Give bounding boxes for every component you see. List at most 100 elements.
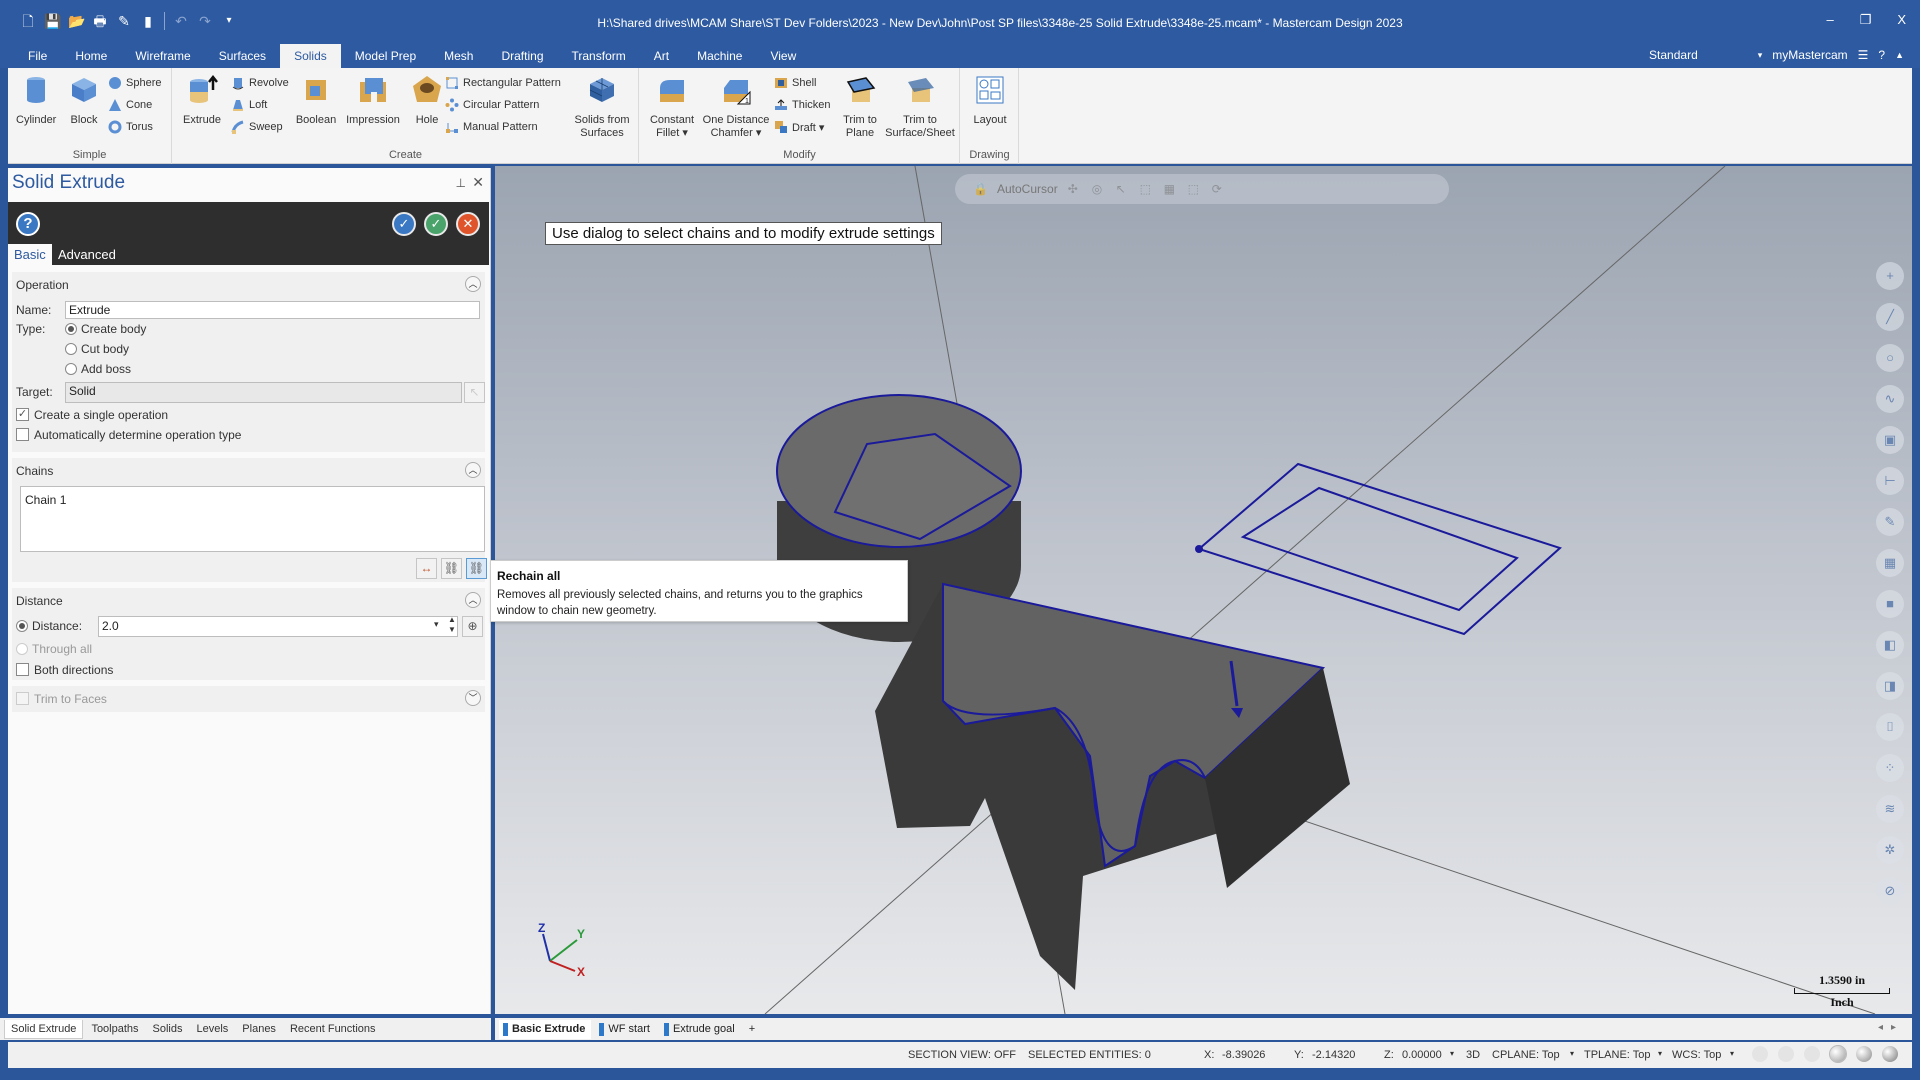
z-dropdown-icon[interactable]: ▾	[1450, 1049, 1454, 1058]
tab-mesh[interactable]: Mesh	[430, 44, 487, 68]
loft-button[interactable]: Loft	[231, 96, 267, 114]
cplane-selector[interactable]: CPLANE: Top	[1492, 1049, 1560, 1061]
z-depth-value[interactable]: 0.00000	[1402, 1049, 1442, 1061]
chamfer-button[interactable]: 1 One Distance Chamfer ▾	[700, 74, 772, 140]
single-operation-checkbox[interactable]: ✓	[16, 408, 29, 421]
layout-button[interactable]: Layout	[965, 74, 1015, 127]
point-snap-icon[interactable]: ◎	[1092, 182, 1106, 196]
constant-fillet-button[interactable]: Constant Fillet ▾	[646, 74, 698, 140]
mask-settings-icon[interactable]: ✲	[1876, 836, 1904, 864]
shaded-display-icon[interactable]	[1778, 1046, 1794, 1062]
tab-toolpaths[interactable]: Toolpaths	[85, 1020, 144, 1038]
tab-surfaces[interactable]: Surfaces	[205, 44, 280, 68]
mask-level-icon[interactable]: ◨	[1876, 672, 1904, 700]
minimize-button[interactable]: –	[1826, 12, 1833, 28]
add-viewsheet-button[interactable]: +	[745, 1020, 761, 1038]
expand-trim-to-faces-icon[interactable]: ﹀	[465, 690, 481, 706]
trim-to-plane-button[interactable]: Trim to Plane	[840, 74, 880, 140]
cone-button[interactable]: Cone	[108, 96, 152, 114]
restore-button[interactable]: ❐	[1860, 12, 1872, 28]
tab-home[interactable]: Home	[61, 44, 121, 68]
distance-spinner[interactable]: ▲ ▼	[448, 615, 456, 635]
boolean-button[interactable]: Boolean	[293, 74, 339, 127]
manual-pattern-button[interactable]: Manual Pattern	[445, 118, 538, 136]
add-chain-button[interactable]: ⛓	[441, 558, 462, 579]
tab-solid-extrude[interactable]: Solid Extrude	[4, 1019, 84, 1039]
mask-solid-icon[interactable]: ■	[1876, 590, 1904, 618]
viewsheet-wf-start[interactable]: WF start	[595, 1020, 656, 1039]
cplane-dropdown-icon[interactable]: ▾	[1570, 1049, 1574, 1058]
add-boss-radio[interactable]	[65, 363, 77, 375]
chains-list[interactable]: Chain 1	[20, 486, 485, 552]
distance-radio[interactable]	[16, 620, 28, 632]
sphere-button[interactable]: Sphere	[108, 74, 161, 92]
rectangular-pattern-button[interactable]: Rectangular Pattern	[445, 74, 561, 92]
shell-button[interactable]: Shell	[774, 74, 816, 92]
tab-planes[interactable]: Planes	[236, 1020, 282, 1038]
create-body-radio[interactable]	[65, 323, 77, 335]
close-panel-icon[interactable]: ✕	[472, 174, 484, 191]
auto-type-checkbox[interactable]	[16, 428, 29, 441]
tab-basic[interactable]: Basic	[8, 244, 52, 265]
feedback-icon[interactable]: ☰	[1858, 48, 1869, 62]
collapse-ribbon-icon[interactable]: ▲	[1895, 50, 1904, 60]
help-button[interactable]: ?	[16, 212, 40, 236]
mask-mesh-icon[interactable]: ▦	[1876, 549, 1904, 577]
workspace-selector[interactable]: Standard	[1649, 48, 1698, 62]
select-target-button[interactable]: ↖	[464, 382, 485, 403]
distance-dropdown-icon[interactable]: ▾	[434, 619, 439, 630]
torus-button[interactable]: Torus	[108, 118, 153, 136]
tab-model-prep[interactable]: Model Prep	[341, 44, 430, 68]
tab-art[interactable]: Art	[640, 44, 683, 68]
mask-color-icon[interactable]: ◧	[1876, 631, 1904, 659]
block-solid[interactable]	[875, 582, 1350, 990]
viewsheet-scroll-arrows[interactable]: ◂▸	[1878, 1022, 1904, 1033]
close-window-button[interactable]: X	[1897, 12, 1906, 28]
wcs-dropdown-icon[interactable]: ▾	[1730, 1049, 1734, 1058]
tab-transform[interactable]: Transform	[558, 44, 640, 68]
ok-button[interactable]: ✓	[424, 212, 448, 236]
mask-dimension-icon[interactable]: ⊢	[1876, 467, 1904, 495]
ok-and-create-new-button[interactable]: ✓	[392, 212, 416, 236]
tab-wireframe[interactable]: Wireframe	[121, 44, 204, 68]
mask-point-icon[interactable]: +	[1876, 262, 1904, 290]
cut-body-radio[interactable]	[65, 343, 77, 355]
solids-from-surfaces-button[interactable]: Solids from Surfaces	[569, 74, 635, 140]
trim-to-surface-button[interactable]: Trim to Surface/Sheet	[884, 74, 956, 140]
viewsheet-extrude-goal[interactable]: Extrude goal	[660, 1020, 741, 1039]
chain-outline[interactable]	[1195, 462, 1562, 636]
collapse-chains-icon[interactable]: ︿	[465, 462, 481, 478]
rechain-all-button[interactable]: ⛓	[466, 558, 487, 579]
tab-advanced[interactable]: Advanced	[52, 244, 122, 265]
mode-3d-toggle[interactable]: 3D	[1466, 1049, 1480, 1061]
shaded-edges-icon[interactable]	[1829, 1045, 1847, 1063]
tab-levels[interactable]: Levels	[191, 1020, 235, 1038]
distance-input[interactable]: 2.0	[98, 616, 458, 637]
xyz-point-icon[interactable]: ✣	[1068, 182, 1082, 196]
sweep-button[interactable]: Sweep	[231, 118, 283, 136]
both-directions-checkbox[interactable]	[16, 663, 29, 676]
collapse-operation-icon[interactable]: ︿	[465, 276, 481, 292]
shaded-solid-icon[interactable]	[1856, 1046, 1872, 1062]
mask-surface-icon[interactable]: ▣	[1876, 426, 1904, 454]
tab-view[interactable]: View	[756, 44, 810, 68]
autocursor-dropdown[interactable]: AutoCursor	[997, 182, 1058, 196]
viewsheet-basic-extrude[interactable]: Basic Extrude	[499, 1019, 592, 1039]
impression-button[interactable]: Impression	[343, 74, 403, 127]
tab-recent-functions[interactable]: Recent Functions	[284, 1020, 382, 1038]
circular-pattern-button[interactable]: Circular Pattern	[445, 96, 539, 114]
select-all-icon[interactable]: ⬚	[1188, 182, 1202, 196]
wcs-selector[interactable]: WCS: Top	[1672, 1049, 1721, 1061]
draft-button[interactable]: Draft ▾	[774, 118, 824, 136]
mask-results-icon[interactable]: ⁘	[1876, 754, 1904, 782]
select-cursor-icon[interactable]: ↖	[1116, 182, 1130, 196]
hole-button[interactable]: Hole	[409, 74, 445, 127]
dropdown-icon[interactable]: ▾	[1758, 50, 1763, 61]
cylinder-button[interactable]: Cylinder	[16, 74, 56, 127]
translucency-icon[interactable]	[1882, 1046, 1898, 1062]
clear-mask-icon[interactable]: ⊘	[1876, 877, 1904, 905]
extrude-button[interactable]: Extrude	[181, 74, 223, 127]
block-button[interactable]: Block	[64, 74, 104, 127]
cancel-button[interactable]: ✕	[456, 212, 480, 236]
tplane-selector[interactable]: TPLANE: Top	[1584, 1049, 1650, 1061]
